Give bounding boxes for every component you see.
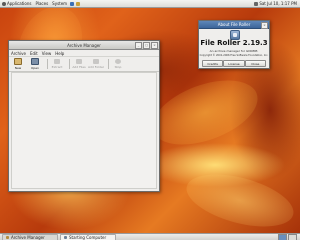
open-label: Open	[30, 66, 39, 70]
top-panel: Applications Places System Sat Jul 10, 1…	[0, 0, 300, 8]
archive-manager-titlebar[interactable]: Archive Manager _ □ ×	[9, 41, 159, 50]
app-name: File Roller 2.19.3	[200, 39, 268, 47]
maximize-button[interactable]: □	[143, 42, 150, 49]
minimize-button[interactable]: _	[135, 42, 142, 49]
menu-edit[interactable]: Edit	[30, 51, 38, 56]
desktop: Applications Places System Sat Jul 10, 1…	[0, 0, 300, 240]
about-close-title-button[interactable]: ×	[261, 22, 268, 29]
add-folder-label: Add Folder	[87, 65, 105, 69]
wallpaper-petal	[181, 164, 299, 237]
add-files-button[interactable]: Add Files	[72, 58, 86, 70]
computer-icon	[64, 236, 67, 239]
about-dialog: About File Roller × File Roller 2.19.3 A…	[198, 20, 270, 69]
extract-icon	[54, 59, 60, 64]
stop-button[interactable]: Stop	[111, 58, 125, 70]
credits-button[interactable]: Credits	[202, 60, 224, 67]
window-title: Archive Manager	[67, 42, 101, 48]
taskbar-item-archive-manager[interactable]: Archive Manager	[2, 234, 58, 240]
archive-manager-icon	[6, 236, 9, 239]
places-menu[interactable]: Places	[33, 0, 50, 7]
workspace-switcher	[277, 234, 297, 240]
app-description: An archive manager for GNOME.	[209, 49, 259, 53]
about-dialog-buttons: Credits License Close	[202, 60, 266, 67]
mail-launcher-icon[interactable]	[76, 1, 81, 6]
system-menu[interactable]: System	[50, 0, 69, 7]
system-tray: Sat Jul 10, 1:17 PM	[253, 1, 300, 6]
gnome-foot-icon	[2, 1, 6, 6]
new-label: New	[14, 66, 22, 70]
wallpaper-petal	[143, 67, 267, 158]
applications-menu[interactable]: Applications	[0, 0, 33, 7]
toolbar-separator	[108, 59, 109, 69]
about-dialog-title: About File Roller	[217, 22, 251, 27]
add-folder-icon	[93, 59, 99, 64]
web-browser-launcher-icon[interactable]	[70, 1, 75, 6]
bottom-panel: Archive Manager Starting Computer	[0, 233, 300, 240]
open-folder-icon	[31, 58, 39, 65]
add-files-label: Add Files	[72, 65, 86, 69]
menu-archive[interactable]: Archive	[11, 51, 26, 56]
system-menu-label: System	[52, 1, 68, 6]
menu-help[interactable]: Help	[55, 51, 64, 56]
clock[interactable]: Sat Jul 10, 1:17 PM	[259, 1, 297, 6]
taskbar-item-starting-computer[interactable]: Starting Computer	[60, 234, 116, 240]
stop-label: Stop	[114, 65, 122, 69]
close-button[interactable]: Close	[244, 60, 266, 67]
taskbar-item-label: Archive Manager	[11, 235, 45, 240]
close-button[interactable]: ×	[151, 42, 158, 49]
taskbar-item-label: Starting Computer	[69, 235, 107, 240]
menubar: Archive Edit View Help	[9, 50, 159, 57]
new-button[interactable]: New	[11, 58, 25, 70]
about-dialog-titlebar[interactable]: About File Roller ×	[199, 21, 269, 29]
extract-button[interactable]: Extract	[50, 58, 64, 70]
applications-menu-label: Applications	[7, 1, 32, 6]
places-menu-label: Places	[35, 1, 49, 6]
stop-icon	[115, 59, 121, 64]
workspace-1[interactable]	[278, 234, 287, 240]
volume-icon[interactable]	[254, 1, 259, 6]
copyright: Copyright © 2001-2006 Free Software Foun…	[199, 54, 269, 57]
toolbar-separator	[69, 59, 70, 69]
add-files-icon	[76, 59, 82, 64]
menu-view[interactable]: View	[42, 51, 52, 56]
license-button[interactable]: License	[223, 60, 245, 67]
extract-label: Extract	[51, 65, 63, 69]
toolbar: New Open Extract Add Files Add Folder St…	[9, 57, 159, 72]
new-archive-icon	[14, 58, 22, 65]
archive-content-area[interactable]	[11, 72, 157, 189]
add-folder-button[interactable]: Add Folder	[87, 58, 105, 70]
workspace-2[interactable]	[288, 234, 297, 240]
toolbar-separator	[47, 59, 48, 69]
archive-manager-window: Archive Manager _ □ × Archive Edit View …	[8, 40, 160, 192]
open-button[interactable]: Open	[28, 58, 42, 70]
